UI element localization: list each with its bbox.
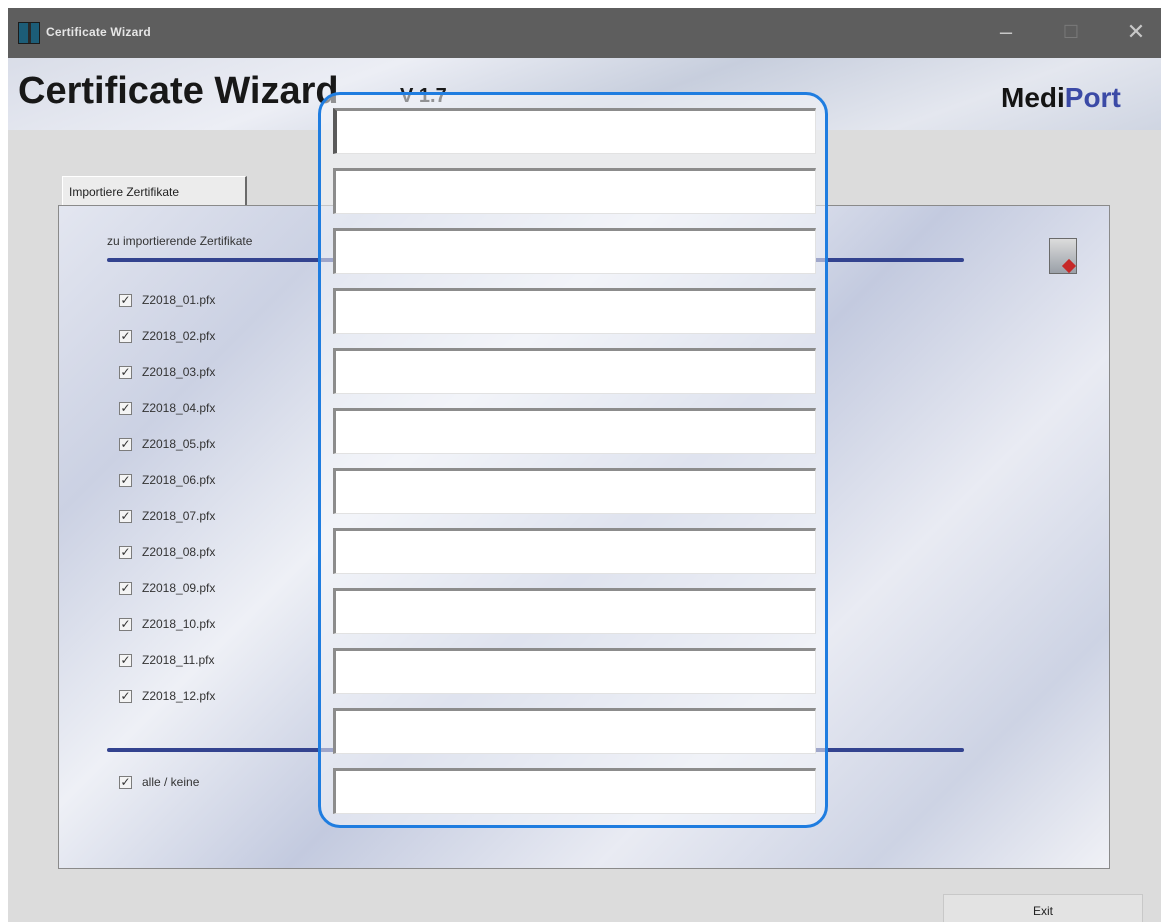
file-checkbox-item[interactable]: ✓ Z2018_06.pfx bbox=[119, 470, 215, 490]
overlay-text-field[interactable] bbox=[333, 408, 816, 454]
minimize-button[interactable]: – bbox=[983, 14, 1029, 52]
brand-text-medi: Medi bbox=[1001, 82, 1065, 113]
checkbox-checked-icon[interactable]: ✓ bbox=[119, 437, 132, 451]
maximize-button[interactable]: ☐ bbox=[1048, 14, 1094, 52]
app-icon bbox=[18, 22, 40, 44]
file-checkbox-item[interactable]: ✓ Z2018_02.pfx bbox=[119, 326, 215, 346]
checkbox-checked-icon[interactable]: ✓ bbox=[119, 689, 132, 703]
checkbox-checked-icon[interactable]: ✓ bbox=[119, 545, 132, 559]
file-label: Z2018_09.pfx bbox=[142, 581, 216, 595]
file-label: Z2018_02.pfx bbox=[142, 329, 216, 343]
overlay-text-field[interactable] bbox=[333, 528, 816, 574]
file-checkbox-item[interactable]: ✓ Z2018_08.pfx bbox=[119, 542, 215, 562]
brand-logo: MediPort bbox=[1001, 82, 1121, 114]
file-checkbox-item[interactable]: ✓ Z2018_03.pfx bbox=[119, 362, 215, 382]
overlay-text-field[interactable] bbox=[333, 708, 816, 754]
file-checkbox-item[interactable]: ✓ Z2018_10.pfx bbox=[119, 614, 215, 634]
file-label: Z2018_03.pfx bbox=[142, 365, 216, 379]
checkbox-checked-icon[interactable]: ✓ bbox=[119, 653, 132, 667]
tab-importiere-zertifikate[interactable]: Importiere Zertifikate bbox=[62, 176, 247, 206]
file-checkbox-item[interactable]: ✓ Z2018_07.pfx bbox=[119, 506, 215, 526]
title-bar: Certificate Wizard – ☐ ✕ bbox=[8, 8, 1161, 58]
checkbox-checked-icon[interactable]: ✓ bbox=[119, 329, 132, 343]
overlay-text-field[interactable] bbox=[333, 228, 816, 274]
window-title: Certificate Wizard bbox=[46, 25, 151, 39]
select-all-label: alle / keine bbox=[142, 775, 200, 789]
file-label: Z2018_05.pfx bbox=[142, 437, 216, 451]
file-checkbox-item[interactable]: ✓ Z2018_05.pfx bbox=[119, 434, 215, 454]
file-checkbox-item[interactable]: ✓ Z2018_04.pfx bbox=[119, 398, 215, 418]
checkbox-checked-icon[interactable]: ✓ bbox=[119, 473, 132, 487]
file-label: Z2018_11.pfx bbox=[142, 653, 215, 667]
checkbox-checked-icon[interactable]: ✓ bbox=[119, 401, 132, 415]
file-label: Z2018_10.pfx bbox=[142, 617, 216, 631]
checkbox-checked-icon[interactable]: ✓ bbox=[119, 293, 132, 307]
select-all-checkbox[interactable]: ✓ alle / keine bbox=[119, 772, 199, 792]
overlay-text-field[interactable] bbox=[333, 768, 816, 814]
checkbox-checked-icon[interactable]: ✓ bbox=[119, 365, 132, 379]
file-label: Z2018_04.pfx bbox=[142, 401, 216, 415]
text-field-overlay bbox=[318, 92, 828, 828]
file-checkbox-item[interactable]: ✓ Z2018_09.pfx bbox=[119, 578, 215, 598]
overlay-text-field[interactable] bbox=[333, 468, 816, 514]
checkbox-checked-icon[interactable]: ✓ bbox=[119, 509, 132, 523]
file-checkbox-item[interactable]: ✓ Z2018_01.pfx bbox=[119, 290, 215, 310]
overlay-text-field[interactable] bbox=[333, 588, 816, 634]
brand-text-port: Port bbox=[1064, 82, 1121, 113]
section-heading: zu importierende Zertifikate bbox=[107, 234, 253, 248]
checkbox-checked-icon[interactable]: ✓ bbox=[119, 581, 132, 595]
overlay-text-field[interactable] bbox=[333, 108, 816, 154]
certificate-document-icon[interactable] bbox=[1049, 238, 1077, 274]
checkbox-checked-icon[interactable]: ✓ bbox=[119, 617, 132, 631]
file-label: Z2018_07.pfx bbox=[142, 509, 216, 523]
overlay-text-field[interactable] bbox=[333, 288, 816, 334]
file-checkbox-item[interactable]: ✓ Z2018_11.pfx bbox=[119, 650, 215, 670]
file-label: Z2018_12.pfx bbox=[142, 689, 216, 703]
overlay-text-field[interactable] bbox=[333, 648, 816, 694]
app-title: Certificate Wizard bbox=[18, 70, 339, 112]
file-label: Z2018_01.pfx bbox=[142, 293, 216, 307]
close-button[interactable]: ✕ bbox=[1113, 14, 1159, 52]
file-label: Z2018_06.pfx bbox=[142, 473, 216, 487]
checkbox-checked-icon[interactable]: ✓ bbox=[119, 775, 132, 789]
file-label: Z2018_08.pfx bbox=[142, 545, 216, 559]
exit-button[interactable]: Exit bbox=[943, 894, 1143, 922]
file-checkbox-item[interactable]: ✓ Z2018_12.pfx bbox=[119, 686, 215, 706]
overlay-text-field[interactable] bbox=[333, 168, 816, 214]
overlay-text-field[interactable] bbox=[333, 348, 816, 394]
